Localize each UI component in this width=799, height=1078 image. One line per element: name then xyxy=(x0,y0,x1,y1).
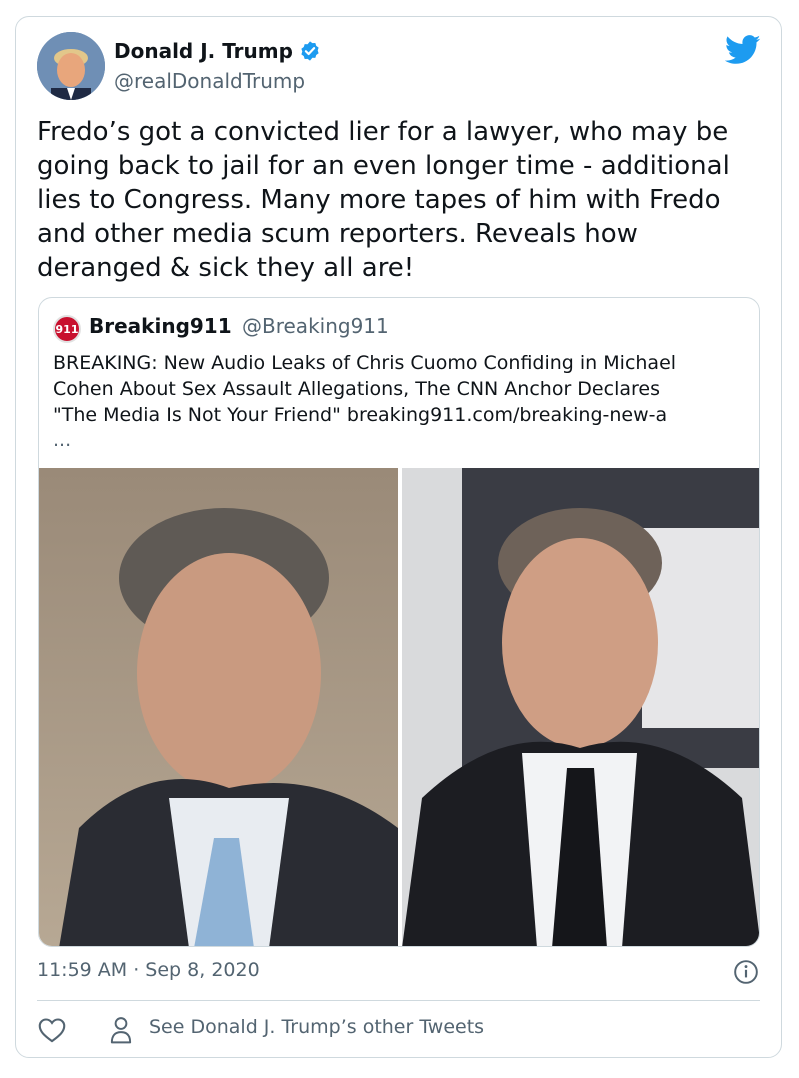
person-icon[interactable] xyxy=(110,1016,132,1044)
author-name-row[interactable]: Donald J. Trump xyxy=(114,39,321,63)
tweet-timestamp[interactable]: 11:59 AM · Sep 8, 2020 xyxy=(37,959,260,981)
tweet-text: Fredo’s got a convicted lier for a lawye… xyxy=(37,117,730,283)
see-other-tweets-link[interactable]: See Donald J. Trump’s other Tweets xyxy=(149,1016,484,1038)
media-image-right[interactable] xyxy=(402,468,759,946)
portrait-photo-right xyxy=(402,468,759,946)
quoted-tweet-text: BREAKING: New Audio Leaks of Chris Cuomo… xyxy=(53,352,677,426)
twitter-bird-icon[interactable] xyxy=(725,35,761,65)
quoted-tweet-media[interactable] xyxy=(39,468,759,946)
author-avatar[interactable] xyxy=(37,32,105,100)
embedded-tweet-card: Donald J. Trump @realDonaldTrump Fredo’s… xyxy=(15,16,782,1058)
verified-badge-icon xyxy=(301,41,319,61)
quoted-tweet-ellipsis: ... xyxy=(53,429,72,451)
footer-divider xyxy=(37,1000,760,1001)
quoted-author-row[interactable]: Breaking911 @Breaking911 xyxy=(89,314,389,338)
author-avatar-image xyxy=(37,32,105,100)
info-icon[interactable] xyxy=(733,959,759,985)
portrait-photo-left xyxy=(39,468,398,946)
quoted-author-handle[interactable]: @Breaking911 xyxy=(242,314,389,338)
media-image-left[interactable] xyxy=(39,468,398,946)
heart-icon[interactable] xyxy=(38,1017,66,1043)
author-name[interactable]: Donald J. Trump xyxy=(114,39,293,63)
author-handle[interactable]: @realDonaldTrump xyxy=(114,69,305,93)
quoted-author-avatar[interactable]: 911 xyxy=(53,315,81,343)
quoted-author-name[interactable]: Breaking911 xyxy=(89,314,232,338)
quoted-tweet[interactable]: 911 Breaking911 @Breaking911 BREAKING: N… xyxy=(38,297,760,947)
